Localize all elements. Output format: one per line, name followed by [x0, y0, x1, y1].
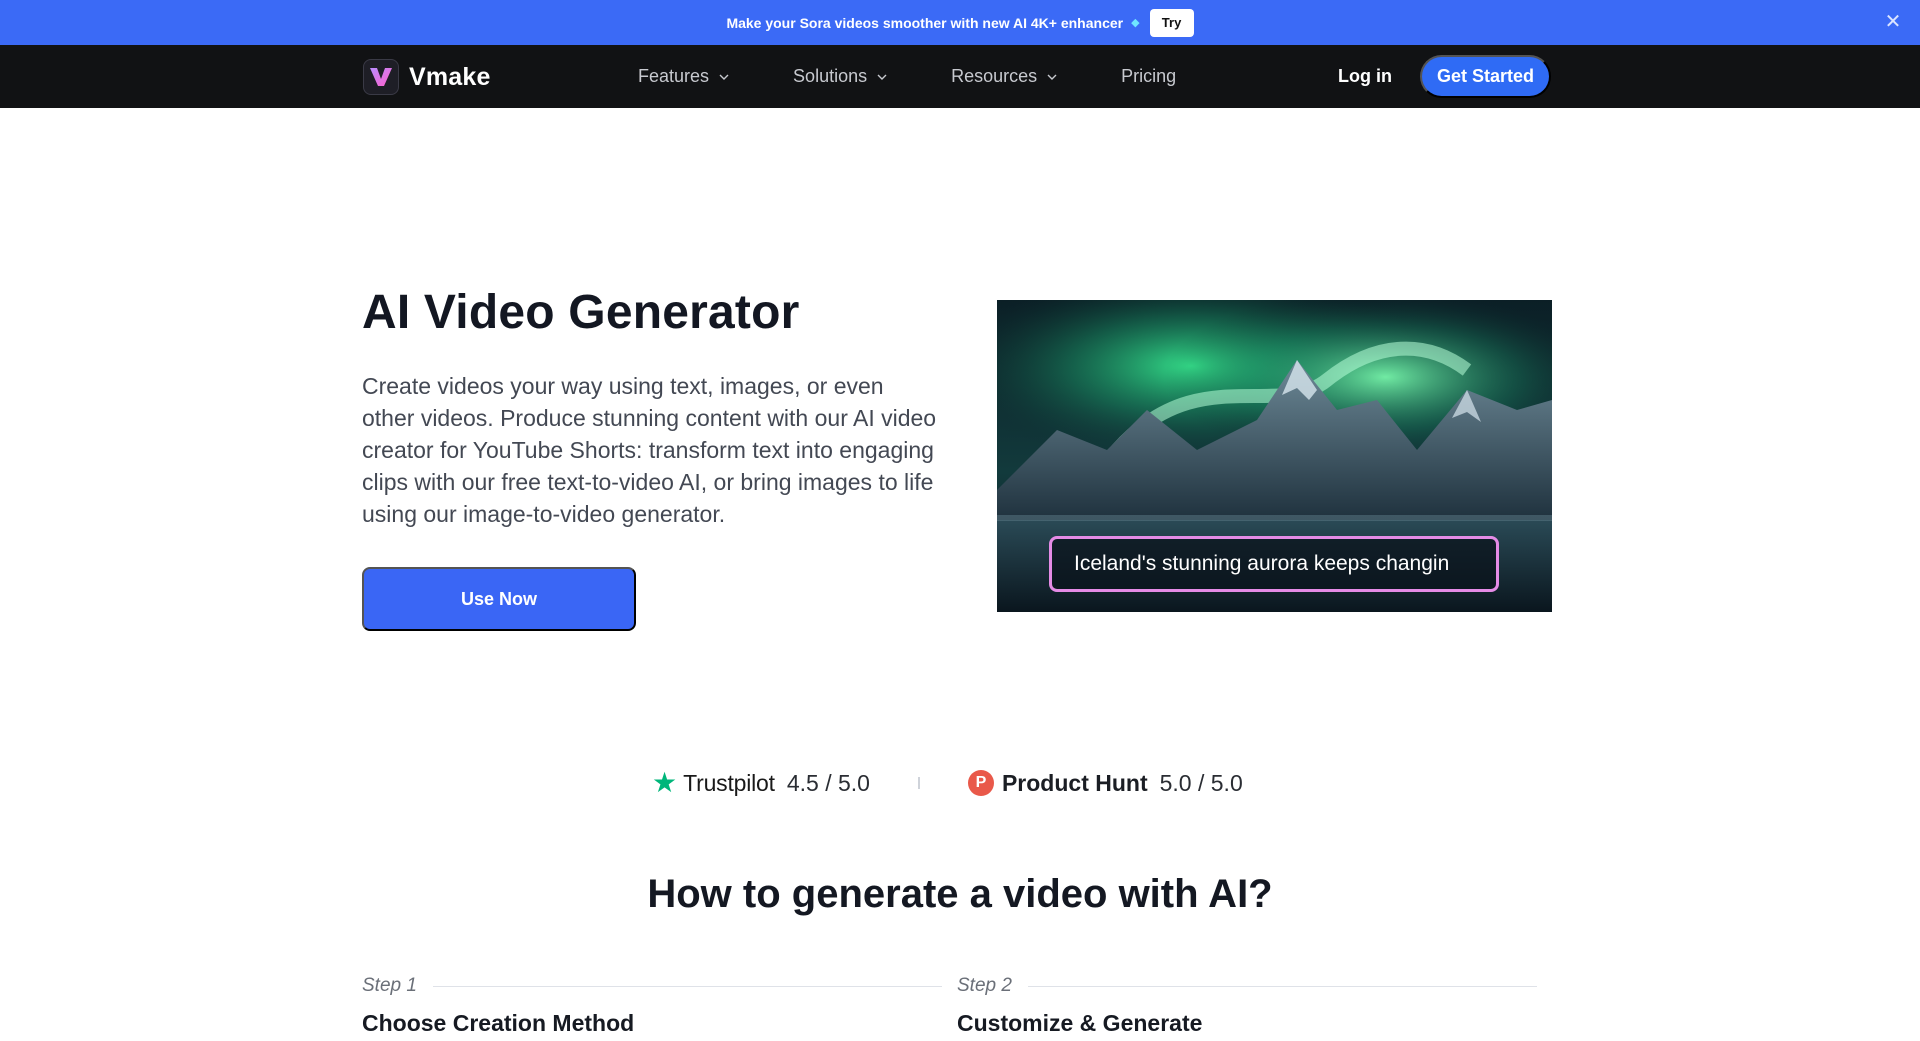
step-label: Step 2 [957, 975, 1012, 996]
brand-name: Vmake [409, 62, 491, 91]
nav-menu: Features Solutions Resources Pricing [638, 45, 1176, 108]
chevron-down-icon [1047, 74, 1057, 80]
promo-banner: Make your Sora videos smoother with new … [0, 0, 1920, 45]
diamond-icon: ◆ [1131, 17, 1140, 29]
hero-description: Create videos your way using text, image… [362, 373, 937, 527]
step-divider [432, 985, 942, 987]
rating-score: 4.5 / 5.0 [786, 769, 870, 796]
divider [917, 777, 920, 789]
promo-text: Make your Sora videos smoother with new … [726, 14, 1124, 31]
rating-brand: Product Hunt [1001, 769, 1148, 796]
step-divider [1027, 985, 1537, 987]
page-title: AI Video Generator [362, 286, 800, 339]
ratings-bar: ★ Trustpilot 4.5 / 5.0 P Product Hunt 5.… [652, 765, 1243, 801]
nav-item-resources[interactable]: Resources [951, 66, 1057, 87]
vmake-logo-icon [363, 59, 399, 95]
chevron-down-icon [719, 74, 729, 80]
step-title: Choose Creation Method [362, 1010, 635, 1036]
step-card: Step 2 Customize & Generate [957, 975, 1537, 1037]
video-caption: Iceland's stunning aurora keeps changin [1049, 536, 1499, 592]
login-link[interactable]: Log in [1338, 66, 1392, 87]
nav-item-features[interactable]: Features [638, 66, 729, 87]
section-title: How to generate a video with AI? [647, 872, 1273, 916]
star-icon: ★ [652, 767, 678, 798]
use-now-button[interactable]: Use Now [362, 567, 636, 631]
nav-item-label: Resources [951, 66, 1038, 86]
step-label: Step 1 [362, 975, 417, 996]
nav-item-label: Pricing [1121, 66, 1177, 86]
rating-score: 5.0 / 5.0 [1159, 769, 1243, 796]
get-started-button[interactable]: Get Started [1420, 55, 1551, 98]
chevron-down-icon [877, 74, 887, 80]
nav-item-label: Solutions [793, 66, 868, 86]
hero-video-preview[interactable]: Iceland's stunning aurora keeps changin [997, 300, 1552, 612]
brand-logo[interactable]: Vmake [363, 59, 491, 95]
close-icon[interactable]: ✕ [1882, 11, 1904, 33]
promo-try-button[interactable]: Try [1149, 8, 1194, 37]
top-navigation: Vmake Features Solutions Resources Prici… [0, 45, 1920, 108]
product-hunt-rating[interactable]: P Product Hunt 5.0 / 5.0 [967, 769, 1243, 797]
step-card: Step 1 Choose Creation Method [362, 975, 942, 1037]
rating-brand: Trustpilot [683, 769, 775, 796]
nav-item-label: Features [638, 66, 710, 86]
trustpilot-rating[interactable]: ★ Trustpilot 4.5 / 5.0 [652, 769, 870, 797]
nav-item-pricing[interactable]: Pricing [1121, 66, 1176, 87]
nav-item-solutions[interactable]: Solutions [793, 66, 887, 87]
product-hunt-icon: P [967, 770, 994, 796]
step-title: Customize & Generate [957, 1010, 1203, 1036]
